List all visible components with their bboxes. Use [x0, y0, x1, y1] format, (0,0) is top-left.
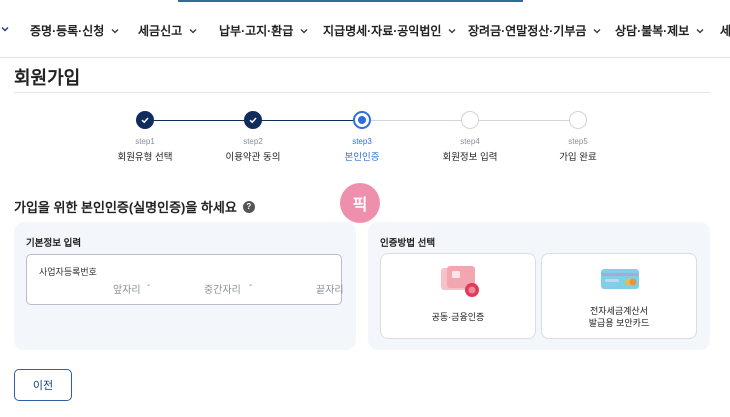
auth-method-title: 인증방법 선택: [380, 238, 436, 249]
top-navigation: 증명·등록·신청 세금신고 납부·고지·환급 지급명세·자료·공익법인 장려금·…: [0, 0, 730, 58]
business-number-last-input[interactable]: 끝자리: [316, 281, 344, 296]
business-number-middle-input[interactable]: 중간자리: [204, 281, 241, 296]
nav-item-label: 상담·불복·제보: [615, 24, 690, 38]
step-5-name: 가입 완료: [559, 152, 597, 163]
step-1-number: step1: [135, 137, 155, 146]
nav-item-certificate[interactable]: 증명·등록·신청: [30, 22, 120, 39]
nav-accent-line: [178, 0, 523, 2]
business-number-field: 사업자등록번호 앞자리 - 중간자리 - 끝자리: [26, 254, 344, 305]
joint-certificate-button[interactable]: 공동·금융인증: [380, 253, 536, 339]
nav-item-statements[interactable]: 지급명세·자료·공익법인: [323, 22, 457, 39]
step-5-number: step5: [568, 137, 588, 146]
security-card-icon: [601, 269, 639, 289]
step-4-number: step4: [460, 137, 480, 146]
section-heading-text: 가입을 위한 본인인증(실명인증)을 하세요: [14, 200, 237, 215]
chevron-down-icon: [189, 28, 197, 33]
nav-item-label: 세: [720, 24, 730, 38]
chevron-down-icon: [111, 28, 119, 33]
nav-item-label: 장려금·연말정산·기부금: [468, 24, 587, 38]
basic-info-panel: 기본정보 입력 사업자등록번호 앞자리 - 중간자리 - 끝자리: [14, 222, 356, 350]
prev-button[interactable]: 이전: [14, 369, 72, 401]
title-divider: [14, 92, 710, 93]
certificate-icon: [441, 266, 479, 297]
chevron-down-icon: [696, 28, 704, 33]
step-3-name: 본인인증: [344, 152, 380, 163]
step-1-name: 회원유형 선택: [117, 152, 173, 163]
step-5-indicator: [569, 111, 587, 129]
business-number-front-input[interactable]: 앞자리: [113, 281, 141, 296]
nav-item-incentives[interactable]: 장려금·연말정산·기부금: [468, 22, 602, 39]
step-2-check-icon: [244, 111, 262, 129]
chevron-down-icon: [593, 28, 601, 33]
separator: -: [249, 280, 253, 291]
step-4-indicator: [461, 111, 479, 129]
step-2-number: step2: [243, 137, 263, 146]
step-connector: [478, 120, 578, 121]
step-2-name: 이용약관 동의: [225, 152, 281, 163]
security-card-label-line2: 발급용 보안카드: [588, 318, 650, 328]
step-3-current-indicator: [353, 111, 371, 129]
step-connector: [261, 120, 362, 121]
nav-item-consulting[interactable]: 상담·불복·제보: [615, 22, 705, 39]
step-4-name: 회원정보 입력: [442, 152, 498, 163]
nav-item-tax-return[interactable]: 세금신고: [138, 22, 198, 39]
nav-item-label: 납부·고지·환급: [219, 24, 294, 38]
chevron-down-icon: [300, 28, 308, 33]
page-title: 회원가입: [14, 68, 81, 88]
pick-badge: 픽: [340, 183, 380, 223]
nav-item-label: 증명·등록·신청: [30, 24, 105, 38]
step-connector: [153, 120, 253, 121]
separator: -: [147, 280, 151, 291]
step-1-check-icon: [136, 111, 154, 129]
section-heading: 가입을 위한 본인인증(실명인증)을 하세요 ?: [14, 197, 255, 216]
auth-method-panel: 인증방법 선택 공동·금융인증 전자세금계산서 발급용 보안카드: [368, 222, 710, 350]
chevron-down-icon: [1, 27, 9, 32]
basic-info-title: 기본정보 입력: [26, 238, 82, 249]
step-3-number: step3: [352, 137, 372, 146]
nav-item-label: 지급명세·자료·공익법인: [323, 24, 442, 38]
help-icon[interactable]: ?: [242, 200, 255, 213]
nav-item-label: 세금신고: [138, 24, 183, 38]
nav-item-payment[interactable]: 납부·고지·환급: [219, 22, 309, 39]
security-card-button[interactable]: 전자세금계산서 발급용 보안카드: [541, 253, 697, 339]
joint-certificate-label: 공동·금융인증: [431, 312, 485, 322]
nav-item-truncated[interactable]: 세: [720, 22, 730, 39]
business-number-label: 사업자등록번호: [39, 267, 97, 277]
chevron-down-icon: [448, 28, 456, 33]
step-connector: [371, 120, 471, 121]
security-card-label-line1: 전자세금계산서: [590, 306, 648, 316]
